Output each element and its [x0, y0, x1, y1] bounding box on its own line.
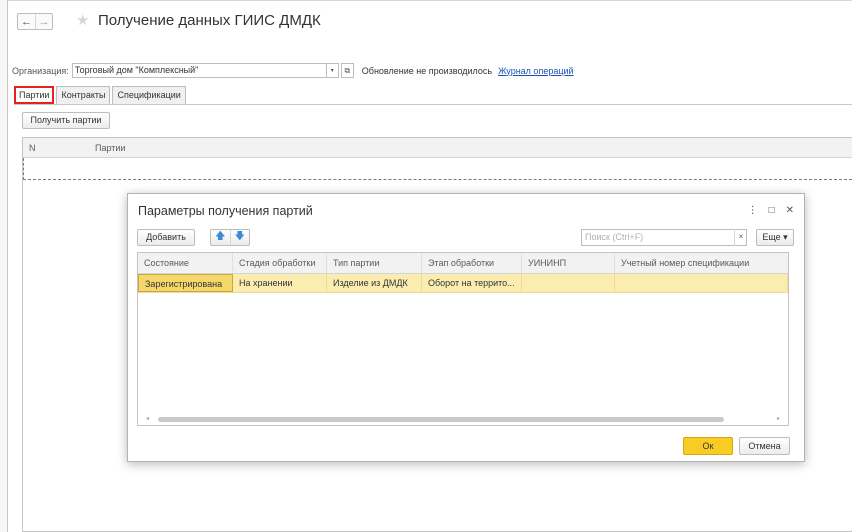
batch-parameters-dialog: Параметры получения партий ⋮ □ ✕ Добавит…	[127, 193, 805, 462]
left-panel-strip	[0, 0, 8, 532]
parameters-grid: Состояние Стадия обработки Тип партии Эт…	[137, 252, 789, 426]
chevron-down-icon[interactable]: ▾	[326, 63, 339, 78]
top-divider	[8, 0, 852, 1]
operations-journal-link[interactable]: Журнал операций	[498, 66, 573, 76]
column-header-state[interactable]: Состояние	[138, 253, 233, 273]
clear-icon[interactable]: ×	[734, 229, 747, 246]
dialog-title: Параметры получения партий	[138, 204, 313, 218]
cell-stage[interactable]: На хранении	[233, 274, 327, 292]
page-title: Получение данных ГИИС ДМДК	[98, 12, 321, 29]
get-batches-button[interactable]: Получить партии	[22, 112, 110, 129]
tab-bar: Партии Контракты Спецификации	[14, 86, 188, 104]
cell-type[interactable]: Изделие из ДМДК	[327, 274, 422, 292]
forward-arrow-icon[interactable]: →	[35, 14, 52, 29]
dialog-toolbar: Добавить 🡅 🡇 Поиск (Ctrl+F) × Еще ▾	[137, 229, 794, 246]
column-header-uin[interactable]: УИНИНП	[522, 253, 615, 273]
close-icon[interactable]: ✕	[786, 205, 794, 216]
column-header-type[interactable]: Тип партии	[327, 253, 422, 273]
update-status-text: Обновление не производилось	[361, 65, 493, 76]
grid-header: Состояние Стадия обработки Тип партии Эт…	[138, 253, 788, 274]
column-header-phase[interactable]: Этап обработки	[422, 253, 522, 273]
organization-field[interactable]: Торговый дом "Комплексный"	[71, 63, 327, 78]
scrollbar-thumb[interactable]	[158, 417, 724, 422]
scroll-right-icon[interactable]: ▸	[777, 416, 780, 423]
scroll-left-icon[interactable]: ◂	[146, 416, 149, 423]
tab-contracts[interactable]: Контракты	[56, 86, 111, 104]
cell-phase[interactable]: Оборот на террито...	[422, 274, 522, 292]
ok-button[interactable]: Ок	[683, 437, 733, 455]
organization-row: Организация: Торговый дом "Комплексный" …	[12, 63, 574, 78]
more-vertical-icon[interactable]: ⋮	[748, 205, 758, 216]
tab-divider	[14, 104, 852, 105]
cell-state[interactable]: Зарегистрирована	[138, 274, 233, 292]
column-header-batches[interactable]: Партии	[95, 143, 125, 153]
more-button[interactable]: Еще ▾	[756, 229, 794, 246]
cancel-button[interactable]: Отмена	[739, 437, 790, 455]
arrow-down-icon[interactable]: 🡇	[229, 230, 250, 245]
cell-uin[interactable]	[522, 274, 615, 292]
search-input[interactable]: Поиск (Ctrl+F)	[581, 229, 747, 246]
navigation-buttons: ← →	[17, 13, 53, 30]
back-arrow-icon[interactable]: ←	[18, 14, 35, 29]
tab-batches[interactable]: Партии	[14, 86, 55, 104]
open-form-icon[interactable]: ⧉	[340, 63, 354, 78]
maximize-icon[interactable]: □	[769, 205, 775, 216]
horizontal-scrollbar[interactable]: ◂ ▸	[138, 416, 788, 423]
column-header-number[interactable]: N	[23, 143, 95, 153]
table-row[interactable]: Зарегистрирована На хранении Изделие из …	[138, 274, 788, 293]
tab-specifications[interactable]: Спецификации	[112, 86, 186, 104]
organization-label: Организация:	[12, 65, 69, 76]
dialog-window-controls: ⋮ □ ✕	[748, 205, 794, 216]
column-header-stage[interactable]: Стадия обработки	[233, 253, 327, 273]
table-header: N Партии	[23, 138, 852, 158]
arrow-up-icon[interactable]: 🡅	[211, 230, 230, 245]
favorite-star-icon[interactable]: ★	[76, 11, 89, 29]
table-row[interactable]	[23, 158, 852, 180]
column-header-spec-number[interactable]: Учетный номер спецификации	[615, 253, 788, 273]
add-button[interactable]: Добавить	[137, 229, 195, 246]
move-buttons: 🡅 🡇	[210, 229, 250, 246]
cell-spec-number[interactable]	[615, 274, 788, 292]
